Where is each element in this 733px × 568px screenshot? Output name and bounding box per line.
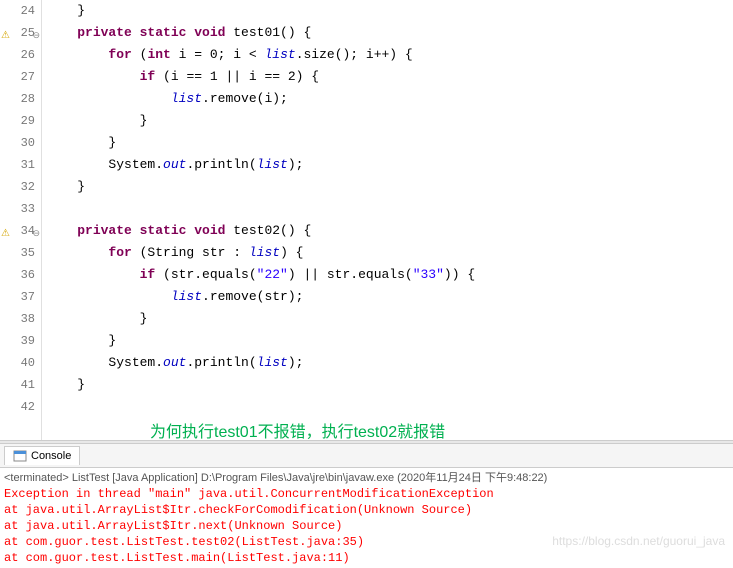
tab-console[interactable]: Console — [4, 446, 80, 465]
line-number: 26 — [0, 44, 35, 66]
line-number: 37 — [0, 286, 35, 308]
fold-icon[interactable]: ⊖ — [28, 223, 40, 235]
annotation-overlay: 为何执行test01不报错，执行test02就报错 — [150, 418, 445, 442]
line-number: 25⚠⊖ — [0, 22, 35, 44]
code-line[interactable]: if (str.equals("22") || str.equals("33")… — [46, 264, 733, 286]
code-line[interactable]: } — [46, 308, 733, 330]
line-number: 35 — [0, 242, 35, 264]
line-number: 38 — [0, 308, 35, 330]
code-line[interactable]: } — [46, 176, 733, 198]
code-line[interactable]: } — [46, 110, 733, 132]
code-line[interactable]: } — [46, 132, 733, 154]
line-number: 34⚠⊖ — [0, 220, 35, 242]
stacktrace-line: Exception in thread "main" java.util.Con… — [4, 486, 729, 502]
code-line[interactable]: System.out.println(list); — [46, 352, 733, 374]
code-line[interactable]: list.remove(str); — [46, 286, 733, 308]
line-number: 36 — [0, 264, 35, 286]
console-output[interactable]: <terminated> ListTest [Java Application]… — [0, 468, 733, 568]
line-number: 24 — [0, 0, 35, 22]
line-number: 42 — [0, 396, 35, 418]
code-line[interactable] — [46, 396, 733, 418]
tab-console-label: Console — [31, 450, 71, 462]
code-line[interactable]: } — [46, 374, 733, 396]
stacktrace-line: at java.util.ArrayList$Itr.checkForComod… — [4, 502, 729, 518]
line-number: 27 — [0, 66, 35, 88]
code-line[interactable]: } — [46, 330, 733, 352]
code-content[interactable]: } private static void test01() { for (in… — [42, 0, 733, 440]
warning-icon: ⚠ — [0, 224, 10, 236]
line-gutter: 2425⚠⊖262728293031323334⚠⊖35363738394041… — [0, 0, 42, 440]
line-number: 39 — [0, 330, 35, 352]
code-line[interactable]: System.out.println(list); — [46, 154, 733, 176]
line-number: 30 — [0, 132, 35, 154]
line-number: 33 — [0, 198, 35, 220]
code-editor[interactable]: 2425⚠⊖262728293031323334⚠⊖35363738394041… — [0, 0, 733, 440]
watermark: https://blog.csdn.net/guorui_java — [552, 534, 725, 548]
code-line[interactable]: private static void test02() { — [46, 220, 733, 242]
fold-icon[interactable]: ⊖ — [28, 25, 40, 37]
stacktrace-line: at java.util.ArrayList$Itr.next(Unknown … — [4, 518, 729, 534]
console-tab-bar: Console — [0, 444, 733, 468]
warning-icon: ⚠ — [0, 26, 10, 38]
line-number: 28 — [0, 88, 35, 110]
code-line[interactable]: if (i == 1 || i == 2) { — [46, 66, 733, 88]
line-number: 29 — [0, 110, 35, 132]
line-number: 40 — [0, 352, 35, 374]
code-line[interactable] — [46, 198, 733, 220]
code-line[interactable]: private static void test01() { — [46, 22, 733, 44]
line-number: 31 — [0, 154, 35, 176]
line-number: 41 — [0, 374, 35, 396]
code-line[interactable]: for (int i = 0; i < list.size(); i++) { — [46, 44, 733, 66]
code-line[interactable]: list.remove(i); — [46, 88, 733, 110]
terminated-line: <terminated> ListTest [Java Application]… — [4, 470, 729, 486]
stacktrace-line: at com.guor.test.ListTest.main(ListTest.… — [4, 550, 729, 566]
console-icon — [13, 449, 27, 463]
line-number: 32 — [0, 176, 35, 198]
code-line[interactable]: } — [46, 0, 733, 22]
code-line[interactable]: for (String str : list) { — [46, 242, 733, 264]
